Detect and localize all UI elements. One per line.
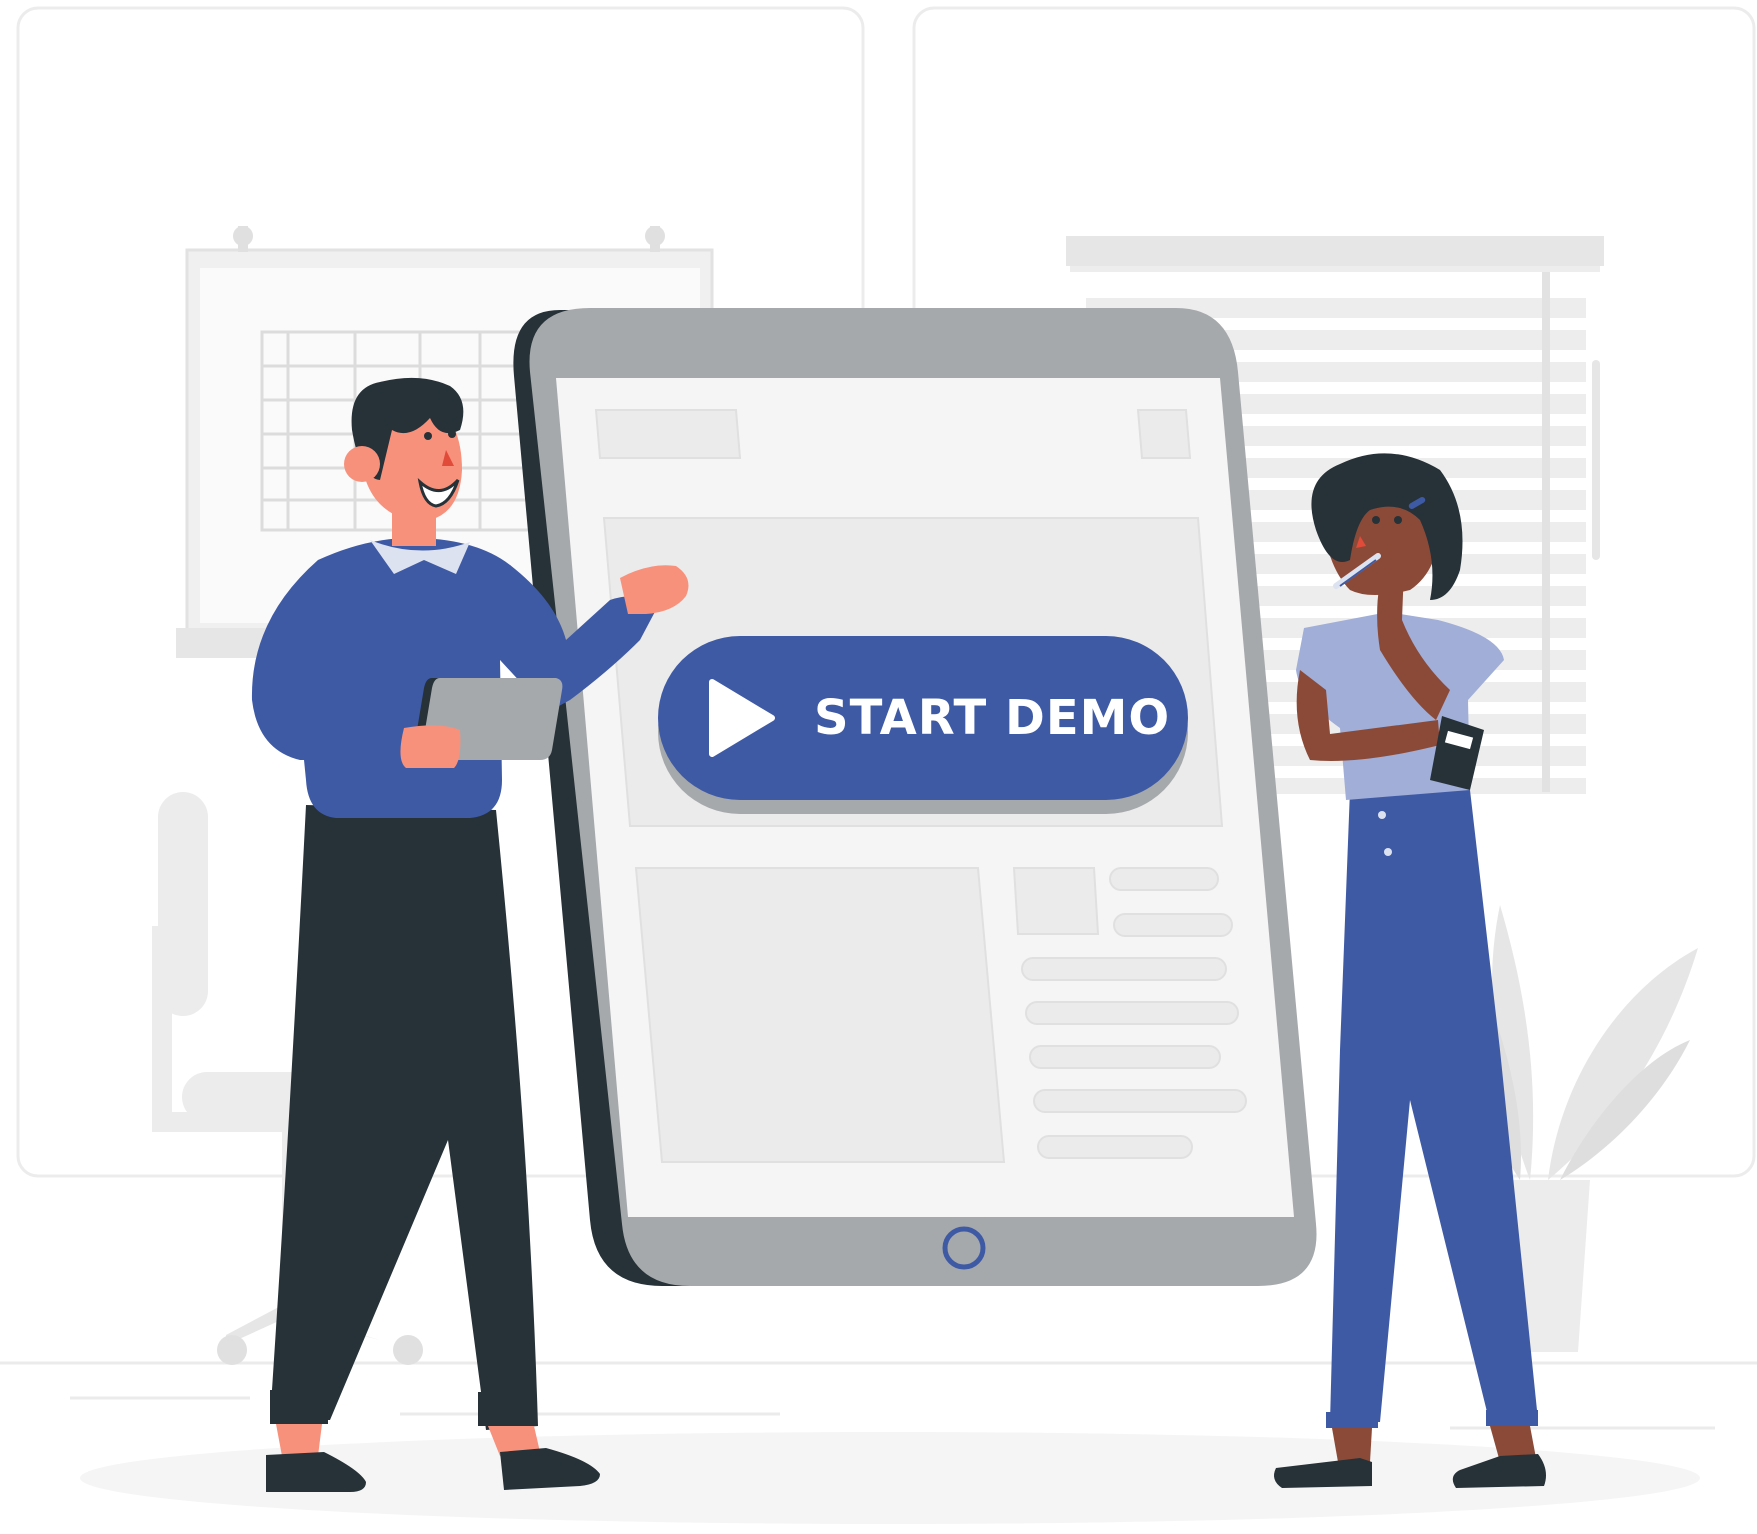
play-icon [709,679,775,757]
start-demo-label: START DEMO [814,690,1171,746]
start-demo-button[interactable]: START DEMO [658,636,1188,800]
